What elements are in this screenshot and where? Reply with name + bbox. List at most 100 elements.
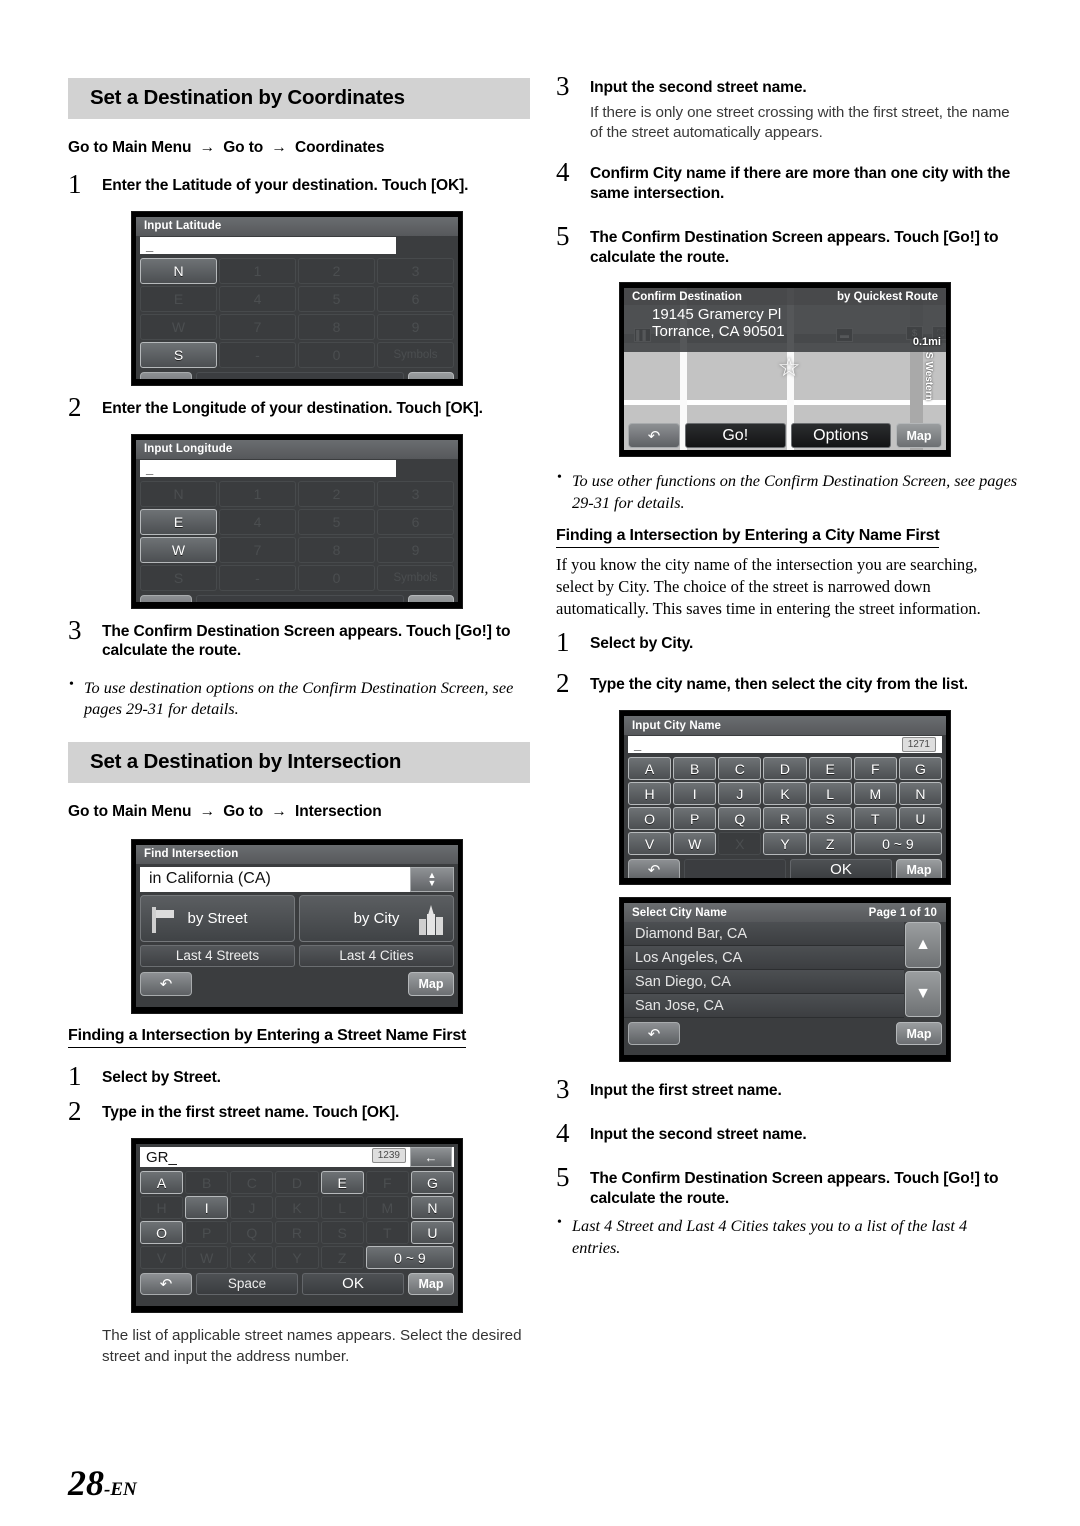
longitude-input-field[interactable]: _	[140, 459, 396, 477]
scroll-up-arrow-icon[interactable]: ▲	[905, 922, 941, 969]
key-numbers[interactable]: 0 ~ 9	[853, 832, 942, 856]
key-e[interactable]: E	[808, 757, 852, 781]
key-b[interactable]: B	[673, 757, 717, 781]
key-s[interactable]: S	[808, 807, 852, 831]
key-i[interactable]: I	[185, 1196, 229, 1220]
by-city-button[interactable]: by City	[299, 894, 454, 942]
key-y[interactable]: Y	[763, 832, 807, 856]
key-n[interactable]: N	[140, 257, 217, 284]
key-6[interactable]: 6	[377, 285, 454, 312]
key-h[interactable]: H	[628, 782, 672, 806]
key-9[interactable]: 9	[377, 313, 454, 340]
last-4-cities-button[interactable]: Last 4 Cities	[299, 944, 454, 967]
key-8[interactable]: 8	[298, 536, 375, 563]
list-item[interactable]: San Jose, CA	[624, 994, 904, 1019]
key-w[interactable]: W	[185, 1246, 229, 1270]
key-g[interactable]: G	[898, 757, 942, 781]
key-5[interactable]: 5	[298, 508, 375, 535]
key-symbols[interactable]: Symbols	[377, 564, 454, 591]
key-x[interactable]: X	[718, 832, 762, 856]
key-o[interactable]: O	[628, 807, 672, 831]
back-arrow-icon[interactable]: ↶	[628, 423, 680, 449]
map-button[interactable]: Map	[408, 595, 454, 602]
key-e[interactable]: E	[140, 285, 217, 312]
key-3[interactable]: 3	[377, 257, 454, 284]
key-j[interactable]: J	[718, 782, 762, 806]
key-l[interactable]: L	[320, 1196, 364, 1220]
go-button[interactable]: Go!	[685, 423, 786, 449]
list-item[interactable]: San Diego, CA	[624, 970, 904, 995]
key-minus[interactable]: -	[219, 341, 296, 368]
key-5[interactable]: 5	[298, 285, 375, 312]
key-p[interactable]: P	[673, 807, 717, 831]
key-9[interactable]: 9	[377, 536, 454, 563]
key-b[interactable]: B	[185, 1171, 229, 1195]
back-arrow-icon[interactable]: ↶	[140, 1272, 192, 1295]
key-1[interactable]: 1	[219, 480, 296, 507]
key-d[interactable]: D	[763, 757, 807, 781]
key-v[interactable]: V	[628, 832, 672, 856]
state-select-field[interactable]: in California (CA) ▲ ▼	[140, 866, 454, 892]
map-button[interactable]: Map	[896, 423, 942, 449]
key-3[interactable]: 3	[377, 480, 454, 507]
key-c[interactable]: C	[230, 1171, 274, 1195]
key-7[interactable]: 7	[219, 313, 296, 340]
street-name-input[interactable]: GR_ 1239 ←	[140, 1147, 454, 1168]
map-button[interactable]: Map	[408, 1272, 454, 1295]
key-w[interactable]: W	[673, 832, 717, 856]
back-arrow-icon[interactable]: ↶	[628, 858, 680, 879]
list-item[interactable]: Diamond Bar, CA	[624, 922, 904, 947]
map-button[interactable]: Map	[408, 972, 454, 997]
key-s[interactable]: S	[140, 564, 217, 591]
map-button[interactable]: Map	[896, 1022, 942, 1046]
key-s[interactable]: S	[140, 341, 217, 368]
key-1[interactable]: 1	[219, 257, 296, 284]
key-0[interactable]: 0	[298, 341, 375, 368]
space-button[interactable]	[684, 858, 786, 879]
key-numbers[interactable]: 0 ~ 9	[365, 1246, 454, 1270]
key-r[interactable]: R	[275, 1221, 319, 1245]
key-8[interactable]: 8	[298, 313, 375, 340]
key-k[interactable]: K	[275, 1196, 319, 1220]
ok-button[interactable]: OK	[196, 372, 404, 379]
ok-button[interactable]: OK	[790, 858, 892, 879]
key-f[interactable]: F	[853, 757, 897, 781]
back-arrow-icon[interactable]: ↶	[140, 972, 192, 997]
key-7[interactable]: 7	[219, 536, 296, 563]
key-6[interactable]: 6	[377, 508, 454, 535]
key-symbols[interactable]: Symbols	[377, 341, 454, 368]
key-minus[interactable]: -	[219, 564, 296, 591]
key-c[interactable]: C	[718, 757, 762, 781]
latitude-input-field[interactable]: _	[140, 236, 396, 254]
key-f[interactable]: F	[365, 1171, 409, 1195]
space-button[interactable]: Space	[196, 1272, 298, 1295]
key-0[interactable]: 0	[298, 564, 375, 591]
options-button[interactable]: Options	[790, 423, 891, 449]
key-q[interactable]: Q	[718, 807, 762, 831]
back-arrow-icon[interactable]: ↶	[140, 372, 192, 379]
list-item[interactable]: Los Angeles, CA	[624, 946, 904, 971]
ok-button[interactable]: OK	[196, 595, 404, 602]
key-t[interactable]: T	[365, 1221, 409, 1245]
key-o[interactable]: O	[140, 1221, 184, 1245]
key-4[interactable]: 4	[219, 285, 296, 312]
key-a[interactable]: A	[140, 1171, 184, 1195]
key-a[interactable]: A	[628, 757, 672, 781]
key-u[interactable]: U	[898, 807, 942, 831]
key-x[interactable]: X	[230, 1246, 274, 1270]
key-4[interactable]: 4	[219, 508, 296, 535]
key-n[interactable]: N	[898, 782, 942, 806]
ok-button[interactable]: OK	[302, 1272, 404, 1295]
key-g[interactable]: G	[410, 1171, 454, 1195]
map-button[interactable]: Map	[408, 372, 454, 379]
key-l[interactable]: L	[808, 782, 852, 806]
key-y[interactable]: Y	[275, 1246, 319, 1270]
backspace-arrow-icon[interactable]: ←	[410, 1147, 452, 1168]
key-m[interactable]: M	[853, 782, 897, 806]
key-2[interactable]: 2	[298, 480, 375, 507]
map-button[interactable]: Map	[896, 858, 942, 879]
scroll-down-arrow-icon[interactable]: ▼	[905, 971, 941, 1018]
key-d[interactable]: D	[275, 1171, 319, 1195]
key-r[interactable]: R	[763, 807, 807, 831]
key-w[interactable]: W	[140, 536, 217, 563]
